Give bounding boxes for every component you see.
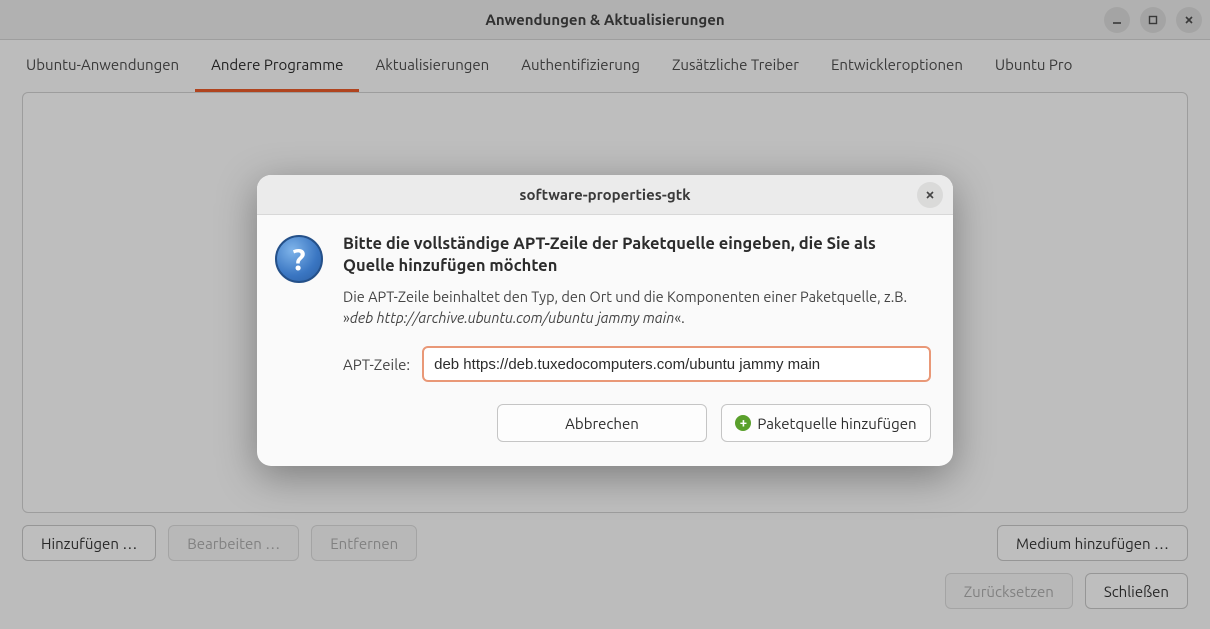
apt-line-label: APT-Zeile: xyxy=(343,356,410,373)
add-source-button[interactable]: + Paketquelle hinzufügen xyxy=(721,404,931,442)
dialog-heading: Bitte die vollständige APT-Zeile der Pak… xyxy=(343,233,931,278)
cancel-button[interactable]: Abbrechen xyxy=(497,404,707,442)
question-icon: ? xyxy=(275,233,327,328)
dialog-desc-post: «. xyxy=(674,309,684,326)
dialog-text: Bitte die vollständige APT-Zeile der Pak… xyxy=(343,233,931,328)
dialog-titlebar: software-properties-gtk xyxy=(257,175,953,215)
dialog-close-button[interactable] xyxy=(917,182,943,208)
dialog-actions: Abbrechen + Paketquelle hinzufügen xyxy=(257,390,953,466)
dialog-desc-example: deb http://archive.ubuntu.com/ubuntu jam… xyxy=(350,309,675,326)
plus-icon: + xyxy=(735,415,751,431)
modal-overlay: software-properties-gtk ? Bitte die voll… xyxy=(0,0,1210,629)
dialog-description: Die APT-Zeile beinhaltet den Typ, den Or… xyxy=(343,287,931,328)
dialog-body: ? Bitte die vollständige APT-Zeile der P… xyxy=(257,215,953,332)
apt-line-row: APT-Zeile: xyxy=(257,332,953,390)
add-source-label: Paketquelle hinzufügen xyxy=(757,415,916,432)
add-source-dialog: software-properties-gtk ? Bitte die voll… xyxy=(257,175,953,466)
dialog-title: software-properties-gtk xyxy=(257,186,953,203)
apt-line-input[interactable] xyxy=(422,346,931,382)
